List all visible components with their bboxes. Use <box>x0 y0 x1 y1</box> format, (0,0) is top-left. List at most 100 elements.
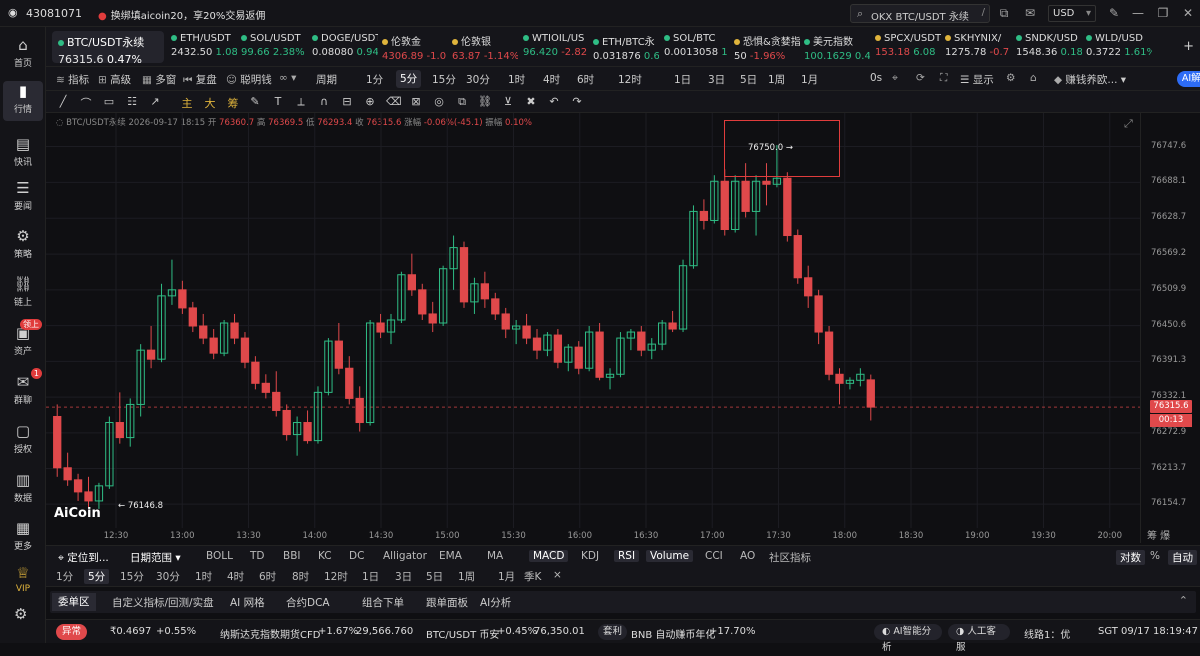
filter-icon[interactable]: ⊻ <box>501 95 515 108</box>
period-9[interactable]: 1日 <box>362 569 379 584</box>
period-12[interactable]: 1周 <box>458 569 475 584</box>
main-indicator-1[interactable]: TD <box>250 550 265 562</box>
timer-label[interactable]: 0s <box>870 72 882 84</box>
ai-analysis-button[interactable]: ◐ AI智能分析 <box>874 624 942 653</box>
axis-option-2[interactable]: 自动 <box>1168 550 1197 565</box>
display-button[interactable]: ☰ 显示 <box>960 72 994 87</box>
period-14[interactable]: 季K <box>524 569 541 584</box>
btc-binance-name[interactable]: BTC/USDT 币安 <box>426 626 499 641</box>
period-2[interactable]: 15分 <box>120 569 144 584</box>
brush-icon[interactable]: ✎ <box>248 95 262 108</box>
period-8[interactable]: 12时 <box>324 569 348 584</box>
period-10[interactable]: 3日 <box>395 569 412 584</box>
period-6[interactable]: 6时 <box>259 569 276 584</box>
ticker-item-0[interactable]: BTC/USDT永续 76315.6 0.47% <box>52 31 164 66</box>
toolbar-item-15[interactable]: 3日 <box>708 72 725 87</box>
toolbar-item-3[interactable]: ⏮ 复盘 <box>183 72 217 87</box>
arrow-icon[interactable]: ↗ <box>148 95 162 108</box>
toolbar-item-13[interactable]: 12时 <box>618 72 642 87</box>
minimize-icon[interactable]: — <box>1130 5 1146 21</box>
period-5[interactable]: 4时 <box>227 569 244 584</box>
period-15[interactable]: × <box>553 569 562 581</box>
mail-icon[interactable]: ✉ <box>1022 5 1038 21</box>
main-indicator-6[interactable]: EMA <box>439 550 462 562</box>
tool-1[interactable]: 大 <box>203 95 217 111</box>
panel-tab-0[interactable]: 委单区 <box>52 593 96 611</box>
magnet-icon[interactable]: ∩ <box>317 95 331 108</box>
toolbar-item-6[interactable]: 1分 <box>366 72 383 87</box>
ticker-item-3[interactable]: DOGE/USDT 0.08080 0.94 <box>312 33 378 58</box>
toolbar-item-1[interactable]: ⊞ 高级 <box>98 72 131 87</box>
main-indicator-4[interactable]: DC <box>349 550 364 562</box>
main-indicator-5[interactable]: Alligator <box>383 550 427 562</box>
ticker-item-13[interactable]: SNDK/USD 1548.36 0.18 <box>1016 33 1082 58</box>
sub-indicator-4[interactable]: CCI <box>705 550 723 562</box>
toolbar-item-12[interactable]: 6时 <box>577 72 594 87</box>
tool-2[interactable]: 筹 <box>226 95 240 111</box>
period-7[interactable]: 8时 <box>292 569 309 584</box>
ticker-item-4[interactable]: 伦敦金 4306.89 -1.0 <box>382 33 448 62</box>
text-icon[interactable]: T <box>271 95 285 108</box>
customer-service-button[interactable]: ◑ 人工客服 <box>948 624 1010 653</box>
panel-tab-1[interactable]: 自定义指标/回测/实盘 <box>112 595 214 610</box>
ticker-item-10[interactable]: 美元指数 100.1629 0.4 <box>804 33 870 62</box>
toolbar-item-16[interactable]: 5日 <box>740 72 757 87</box>
toolbar-item-5[interactable]: 周期 <box>316 72 337 87</box>
settings-icon[interactable]: ⚙ <box>1006 72 1015 84</box>
ticker-item-12[interactable]: SKHYNIX/1275.78 -0.7 <box>945 33 1011 58</box>
period-11[interactable]: 5日 <box>426 569 443 584</box>
layers-icon[interactable]: ⧉ <box>455 95 469 109</box>
toolbar-item-11[interactable]: 4时 <box>543 72 560 87</box>
price-axis[interactable]: 76747.6 76688.1 76628.7 76569.2 76509.9 76450… <box>1140 113 1200 543</box>
sub-indicator-6[interactable]: 社区指标 <box>769 550 811 565</box>
sidebar-item-1[interactable]: ▮ 行情 <box>3 81 43 121</box>
toolbar-item-2[interactable]: ▦ 多窗 <box>142 72 176 87</box>
plot-area[interactable] <box>46 113 1140 543</box>
fullscreen-icon[interactable]: ⛶ <box>940 72 947 85</box>
redo-icon[interactable]: ↷ <box>570 95 584 108</box>
toolbar-item-10[interactable]: 1时 <box>508 72 525 87</box>
close-icon[interactable]: ✕ <box>1180 5 1196 21</box>
chevron-up-icon[interactable]: ⌃ <box>1179 594 1188 607</box>
restore-icon[interactable]: ❐ <box>1155 5 1171 21</box>
period-4[interactable]: 1时 <box>195 569 212 584</box>
period-3[interactable]: 30分 <box>156 569 180 584</box>
fib-icon[interactable]: ☷ <box>125 95 139 108</box>
ticker-item-5[interactable]: 伦敦银 63.87 -1.14% <box>452 33 518 62</box>
rect-icon[interactable]: ▭ <box>102 95 116 108</box>
main-indicator-2[interactable]: BBI <box>283 550 301 562</box>
nasdaq-name[interactable]: 纳斯达克指数期货CFD <box>220 626 320 641</box>
camera-icon[interactable]: ⌖ <box>892 72 898 85</box>
sub-indicator-2[interactable]: RSI <box>614 550 640 562</box>
ticker-item-1[interactable]: ETH/USDT 2432.50 1.08 <box>171 33 237 58</box>
ticker-item-14[interactable]: WLD/USD 0.3722 1.61% <box>1086 33 1152 58</box>
toolbar-item-14[interactable]: 1日 <box>674 72 691 87</box>
template-icon[interactable]: ⌂ <box>1030 72 1037 84</box>
rotate-icon[interactable]: ⟳ <box>916 72 925 84</box>
zoom-icon[interactable]: ⊕ <box>363 95 377 108</box>
sidebar-item-11[interactable]: ♕ VIP <box>3 563 43 603</box>
locate-button[interactable]: ⌖ 定位到... <box>58 550 109 565</box>
infinity-icon[interactable]: ∞ ▾ <box>279 72 296 84</box>
sidebar-item-5[interactable]: ⛓ 链上 <box>3 274 43 314</box>
sidebar-item-8[interactable]: ▢ 授权 <box>3 421 43 461</box>
sidebar-item-2[interactable]: ▤ 快讯 <box>3 134 43 174</box>
undo-icon[interactable]: ↶ <box>547 95 561 108</box>
ticker-item-9[interactable]: 恐惧&贪婪指数 50 -1.96% <box>734 33 800 62</box>
sidebar-item-0[interactable]: ⌂ 首页 <box>3 35 43 75</box>
axis-option-0[interactable]: 对数 <box>1116 550 1145 565</box>
toolbar-item-9[interactable]: 30分 <box>466 72 490 87</box>
period-1[interactable]: 5分 <box>84 569 110 584</box>
ruler-icon[interactable]: ⊟ <box>340 95 354 108</box>
alert-badge[interactable]: 异常 <box>56 624 88 640</box>
sidebar-item-10[interactable]: ▦ 更多 <box>3 518 43 558</box>
link-icon[interactable]: ⛓ <box>478 95 492 108</box>
currency-select[interactable]: USD ▾ <box>1048 5 1096 22</box>
pin-icon[interactable]: ✎ <box>1106 5 1122 21</box>
axis-mode-toggle[interactable]: 筹 爆 <box>1147 527 1170 542</box>
measure-icon[interactable]: ⟂ <box>294 95 308 109</box>
panel-tab-6[interactable]: AI分析 <box>480 595 511 610</box>
sidebar-item-4[interactable]: ⚙ 策略 <box>3 226 43 266</box>
search-input[interactable]: ⌕ OKX BTC/USDT 永续 / <box>850 4 990 23</box>
ticker-item-2[interactable]: SOL/USDT 99.66 2.38% <box>241 33 307 58</box>
